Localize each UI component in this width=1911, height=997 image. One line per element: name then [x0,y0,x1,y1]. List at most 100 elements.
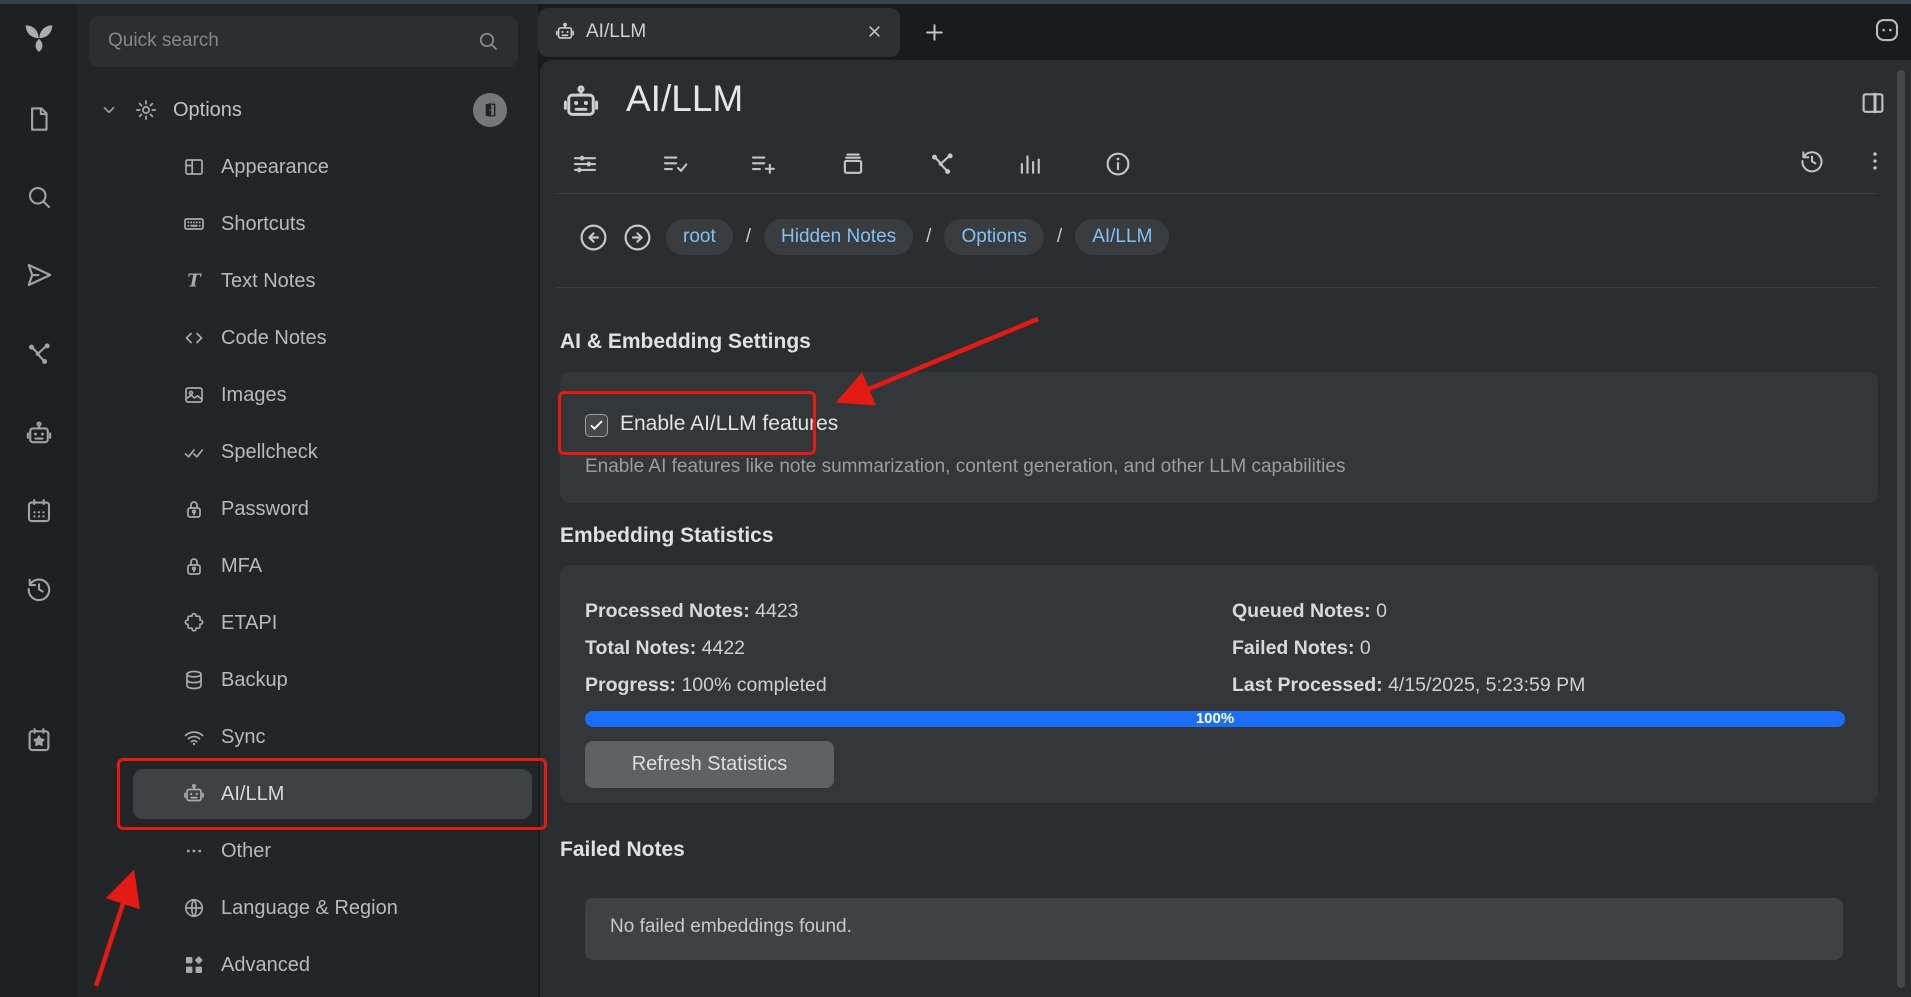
breadcrumb-item-hidden-notes[interactable]: Hidden Notes [764,219,913,255]
tab-title: AI/LLM [586,21,646,43]
stat-line: Queued Notes: 0 [1232,593,1585,630]
split-view-icon[interactable] [1858,88,1888,118]
tree-item-shortcuts[interactable]: Shortcuts [77,204,538,244]
main-area: AI/LLM AI/LLM root/Hidden Notes/Options/… [538,4,1911,997]
spellcheck-icon [181,440,207,464]
recent-changes-icon[interactable] [0,562,77,616]
tree-item-sync[interactable]: Sync [77,717,538,757]
embedding-progress-bar: 100% [585,711,1845,727]
ribbon-archive-icon[interactable] [835,146,871,182]
progress-percent-label: 100% [585,710,1845,727]
tree-item-label: Images [221,384,287,407]
wifi-icon [181,725,207,749]
failed-notes-empty-box: No failed embeddings found. [585,898,1843,960]
tree-item-etapi[interactable]: ETAPI [77,603,538,643]
stat-line: Total Notes: 4422 [585,630,827,667]
calendar-icon[interactable] [0,484,77,538]
ribbon-bar-chart-icon[interactable] [1012,146,1048,182]
new-tab-button[interactable] [922,20,947,45]
note-detail-pane: AI/LLM root/Hidden Notes/Options/AI/LLM … [540,60,1911,997]
tree-item-images[interactable]: Images [77,375,538,415]
chevron-down-icon[interactable] [98,99,120,121]
hide-panel-button[interactable] [473,93,507,127]
tree-item-advanced[interactable]: Advanced [77,945,538,985]
back-button[interactable] [578,222,609,253]
tree-item-label: Advanced [221,954,310,977]
section-heading-ai-settings: AI & Embedding Settings [560,330,811,354]
tree-item-options[interactable]: Options [77,90,538,130]
enable-ai-checkbox[interactable] [585,414,608,437]
tree-item-label: Code Notes [221,327,327,350]
tree-item-other[interactable]: Other [77,831,538,871]
tree-item-password[interactable]: Password [77,489,538,529]
breadcrumb-item-options[interactable]: Options [944,219,1043,255]
keyboard-icon [181,212,207,236]
tree-item-appearance[interactable]: Appearance [77,147,538,187]
section-heading-failed-notes: Failed Notes [560,838,685,862]
tree-item-mfa[interactable]: MFA [77,546,538,586]
note-title[interactable]: AI/LLM [626,78,743,120]
tree-item-label: Password [221,498,309,521]
ribbon-relation-map-icon[interactable] [924,146,960,182]
text-t-icon: T [181,269,207,293]
ribbon-info-icon[interactable] [1100,146,1136,182]
activity-bar [0,4,77,997]
ai-settings-card: Enable AI/LLM features Enable AI feature… [560,372,1878,503]
search-icon[interactable] [0,170,77,224]
image-icon [181,383,207,407]
tree-item-spellcheck[interactable]: Spellcheck [77,432,538,472]
tree-item-label: Shortcuts [221,213,305,236]
scrollbar-thumb[interactable] [1897,70,1905,988]
new-note-icon[interactable] [0,92,77,146]
enable-ai-description: Enable AI features like note summarizati… [585,456,1345,478]
search-icon [476,29,500,53]
enable-ai-checkbox-label[interactable]: Enable AI/LLM features [620,412,838,436]
refresh-statistics-button[interactable]: Refresh Statistics [585,741,834,788]
globe-icon [181,896,207,920]
ribbon-list-plus-icon[interactable] [745,146,781,182]
quick-search-placeholder: Quick search [108,30,219,52]
chat-icon[interactable] [1872,15,1902,45]
grid-icon [181,953,207,977]
quick-search-input[interactable]: Quick search [89,16,518,67]
app-logo-icon[interactable] [0,10,77,64]
divider [556,287,1878,288]
jump-to-note-icon[interactable] [0,248,77,302]
more-options-button[interactable] [1858,144,1892,178]
tree-item-label: Spellcheck [221,441,318,464]
forward-button[interactable] [622,222,653,253]
robot-icon [560,82,602,124]
tree-item-text-notes[interactable]: TText Notes [77,261,538,301]
stats-column-right: Queued Notes: 0Failed Notes: 0Last Proce… [1232,593,1585,704]
tab-bar: AI/LLM [538,4,1911,60]
puzzle-icon [181,611,207,635]
tree-item-label: Backup [221,669,288,692]
tree-item-label: Options [173,99,242,122]
breadcrumb-item-root[interactable]: root [666,219,733,255]
bookmarked-note-icon[interactable] [0,713,77,767]
tree-item-code-notes[interactable]: Code Notes [77,318,538,358]
stats-column-left: Processed Notes: 4423Total Notes: 4422Pr… [585,593,827,704]
ribbon-tune-icon[interactable] [567,146,603,182]
note-revisions-button[interactable] [1795,144,1829,178]
ribbon-list-check-icon[interactable] [657,146,693,182]
tree-item-label: Appearance [221,156,329,179]
robot-icon [181,782,207,806]
breadcrumb: root/Hidden Notes/Options/AI/LLM [578,212,1169,262]
lock-icon [181,554,207,578]
relation-map-icon[interactable] [0,327,77,381]
ellipsis-icon [181,839,207,863]
history-icon [1798,147,1826,175]
section-heading-embedding-stats: Embedding Statistics [560,524,774,548]
dots-vertical-icon [1862,148,1888,174]
breadcrumb-item-ai-llm[interactable]: AI/LLM [1075,219,1169,255]
tree-item-backup[interactable]: Backup [77,660,538,700]
stat-line: Last Processed: 4/15/2025, 5:23:59 PM [1232,667,1585,704]
tab-close-icon[interactable] [865,22,884,41]
tab-ai-llm[interactable]: AI/LLM [538,8,900,57]
tree-item-language-region[interactable]: Language & Region [77,888,538,928]
breadcrumb-separator: / [1057,226,1062,248]
stat-line: Processed Notes: 4423 [585,593,827,630]
tree-item-ai-llm[interactable]: AI/LLM [77,774,538,814]
ai-chat-icon[interactable] [0,407,77,461]
